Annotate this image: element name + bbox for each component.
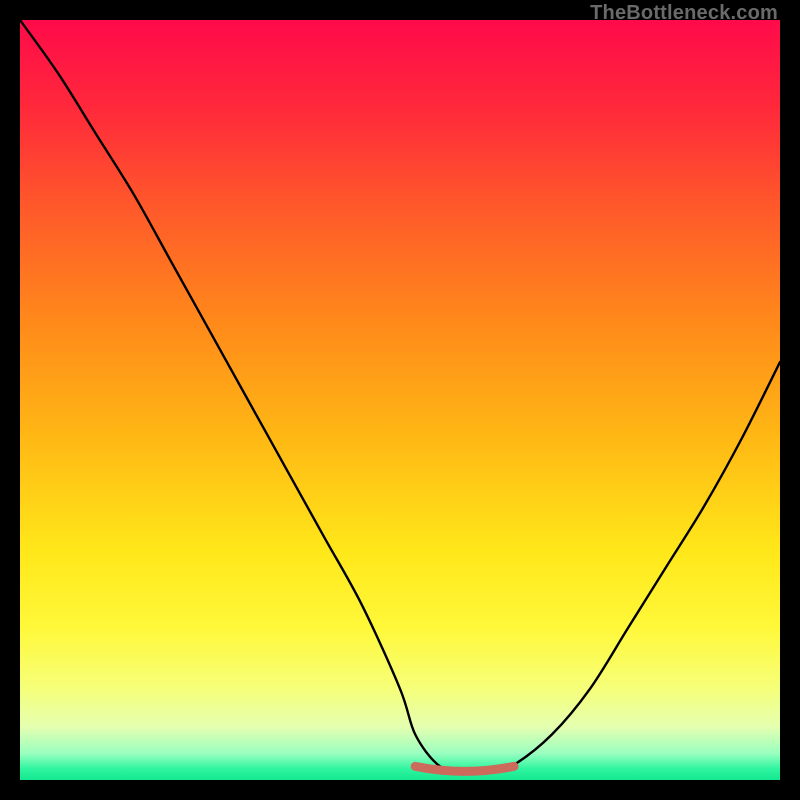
optimal-range-marker (415, 766, 514, 771)
watermark-text: TheBottleneck.com (590, 2, 778, 25)
bottleneck-curve (20, 20, 780, 773)
chart-curve-layer (20, 20, 780, 780)
chart-frame: TheBottleneck.com (0, 0, 800, 800)
plot-area (20, 20, 780, 780)
